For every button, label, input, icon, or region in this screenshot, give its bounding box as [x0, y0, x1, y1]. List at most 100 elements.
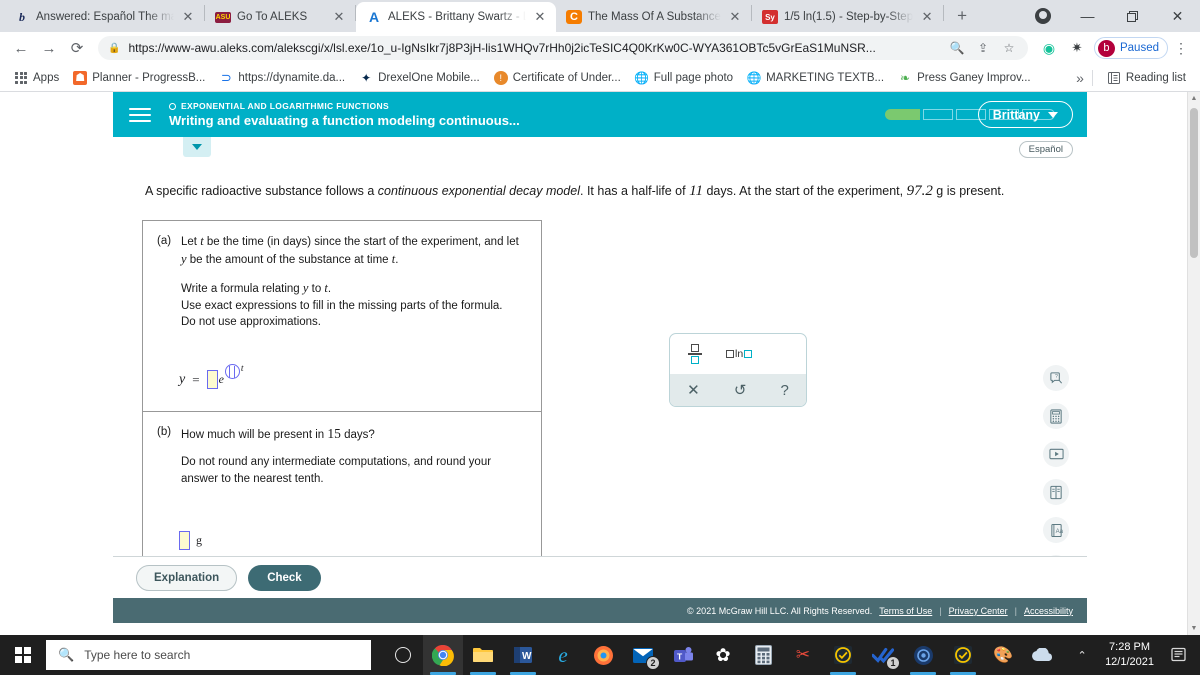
fraction-icon[interactable]	[688, 343, 702, 365]
text-size-icon[interactable]: Aa	[1043, 517, 1069, 543]
taskbar-calculator-icon[interactable]	[743, 635, 783, 675]
press-ganey-icon: ❧	[900, 70, 911, 85]
accessibility-link[interactable]: Accessibility	[1024, 606, 1073, 616]
show-hidden-icons-chevron[interactable]: ⌃	[1069, 635, 1095, 675]
taskbar-chrome-icon[interactable]	[423, 635, 463, 675]
page-viewport: EXPONENTIAL AND LOGARITHMIC FUNCTIONS Wr…	[0, 92, 1200, 635]
part-a-body: Let t be the time (in days) since the st…	[181, 233, 527, 330]
chegg-c-icon: C	[566, 10, 582, 24]
user-name-label: Brittany	[992, 107, 1040, 122]
espanol-toggle-button[interactable]: Español	[1018, 141, 1073, 158]
text: be the amount of the substance at time	[186, 254, 392, 266]
reload-icon[interactable]: ⟳	[64, 35, 90, 61]
bookmark-press-ganey[interactable]: ❧ Press Ganey Improv...	[892, 68, 1037, 88]
part-a-formula-answer[interactable]: y = e t	[179, 364, 527, 390]
profile-badge-icon[interactable]	[1020, 0, 1065, 32]
bookmark-drexelone[interactable]: ✦ DrexelOne Mobile...	[353, 68, 486, 88]
ln-icon[interactable]: ln	[726, 348, 753, 360]
taskbar-cortana-icon[interactable]	[383, 635, 423, 675]
taskbar-paint-icon[interactable]: 🎨	[983, 635, 1023, 675]
scroll-up-arrow-icon[interactable]: ▲	[1188, 92, 1200, 105]
privacy-center-link[interactable]: Privacy Center	[949, 606, 1008, 616]
browser-tab-3-active[interactable]: A ALEKS - Brittany Swartz - L ✕	[356, 2, 556, 32]
scrollbar-thumb[interactable]	[1190, 108, 1198, 258]
maximize-button[interactable]	[1110, 0, 1155, 32]
clear-button[interactable]: ✕	[687, 381, 700, 399]
user-menu-button[interactable]: Brittany	[977, 101, 1073, 128]
taskbar-firefox-icon[interactable]	[583, 635, 623, 675]
taskbar-word-icon[interactable]: W	[503, 635, 543, 675]
bookmarks-overflow-button[interactable]: »	[1076, 70, 1084, 86]
close-icon[interactable]: ✕	[331, 9, 347, 25]
taskbar-snipping-tool-icon[interactable]: ✂	[783, 635, 823, 675]
taskbar-onedrive-cloud-icon[interactable]	[1023, 635, 1063, 675]
bookmark-planner[interactable]: ☗ Planner - ProgressB...	[67, 68, 211, 88]
windows-start-icon[interactable]	[0, 635, 46, 675]
back-icon[interactable]: ←	[8, 35, 34, 61]
taskbar-search-input[interactable]: 🔍 Type here to search	[46, 640, 371, 670]
search-zoom-icon[interactable]: 🔍	[948, 39, 966, 57]
taskbar-mail-icon[interactable]: 2	[623, 635, 663, 675]
exponent-input-box[interactable]	[224, 364, 240, 380]
part-b-line-3: answer to the nearest tenth.	[181, 472, 324, 485]
taskbar-tasks-check-icon-2[interactable]	[943, 635, 983, 675]
browser-tab-1[interactable]: b Answered: Español The ma ✕	[4, 2, 204, 32]
page-scrollbar[interactable]: ▲ ▼	[1187, 92, 1200, 635]
close-icon[interactable]: ✕	[532, 9, 548, 25]
star-icon[interactable]: ☆	[1000, 39, 1018, 57]
reading-list-button[interactable]: Reading list	[1101, 68, 1192, 88]
puzzle-extensions-icon[interactable]: ✷	[1064, 35, 1090, 61]
new-tab-button[interactable]: +	[948, 2, 976, 30]
minimize-button[interactable]: —	[1065, 0, 1110, 32]
content-area: Español A specific radioactive substance…	[113, 137, 1087, 624]
bookmark-apps[interactable]: Apps	[8, 68, 65, 88]
calculator-icon[interactable]	[1043, 403, 1069, 429]
explanation-button[interactable]: Explanation	[136, 564, 238, 591]
text: be the time (in days) since the start of…	[203, 236, 519, 249]
hamburger-menu-icon[interactable]	[127, 104, 153, 126]
taskbar-zoom-meeting-icon[interactable]	[903, 635, 943, 675]
browser-tab-4[interactable]: C The Mass Of A Substance ✕	[556, 2, 751, 32]
coefficient-input-box[interactable]	[206, 370, 218, 390]
close-icon[interactable]: ✕	[919, 9, 935, 25]
topic-category-label: EXPONENTIAL AND LOGARITHMIC FUNCTIONS	[181, 101, 389, 111]
video-player-icon[interactable]	[1043, 441, 1069, 467]
taskbar-clock[interactable]: 7:28 PM 12/1/2021	[1095, 640, 1164, 670]
taskbar-settings-gear-icon[interactable]: ✿	[703, 635, 743, 675]
scroll-down-arrow-icon[interactable]: ▼	[1188, 622, 1200, 635]
taskbar-file-explorer-icon[interactable]	[463, 635, 503, 675]
close-window-button[interactable]: ✕	[1155, 0, 1200, 32]
bookmark-full-page-photo[interactable]: 🌐 Full page photo	[629, 68, 739, 88]
grammarly-extension-icon[interactable]: ◉	[1036, 35, 1062, 61]
reading-list-label: Reading list	[1125, 71, 1186, 84]
taskbar-edge-icon[interactable]: e	[543, 635, 583, 675]
terms-of-use-link[interactable]: Terms of Use	[879, 606, 932, 616]
collapse-header-button[interactable]	[183, 137, 211, 157]
close-icon[interactable]: ✕	[180, 9, 196, 25]
explain-help-icon[interactable]: ?	[1043, 365, 1069, 391]
bookmark-marketing-textbook[interactable]: 🌐 MARKETING TEXTB...	[741, 68, 890, 88]
amount-input-box[interactable]	[179, 531, 190, 551]
bookmark-label: Full page photo	[653, 71, 734, 84]
taskbar-teams-icon[interactable]: T	[663, 635, 703, 675]
undo-icon[interactable]: ↺	[734, 381, 747, 399]
reference-book-icon[interactable]	[1043, 479, 1069, 505]
browser-tab-2[interactable]: ASU Go To ALEKS ✕	[205, 2, 355, 32]
taskbar-todo-checkmark-icon[interactable]: 1	[863, 635, 903, 675]
part-b-answer[interactable]: g	[179, 531, 527, 551]
forward-icon[interactable]: →	[36, 35, 62, 61]
action-center-icon[interactable]	[1164, 635, 1194, 675]
close-icon[interactable]: ✕	[727, 9, 743, 25]
kebab-menu-icon[interactable]: ⋮	[1170, 40, 1192, 57]
keypad-help-button[interactable]: ?	[781, 382, 789, 399]
taskbar-tasks-check-icon[interactable]	[823, 635, 863, 675]
globe-icon: 🌐	[634, 70, 650, 85]
check-button[interactable]: Check	[248, 564, 321, 591]
bookmark-certificate[interactable]: ! Certificate of Under...	[488, 68, 627, 88]
browser-tab-5[interactable]: Sy 1/5 ln(1.5) - Step-by-Step ✕	[752, 2, 943, 32]
profile-paused-button[interactable]: b Paused	[1093, 37, 1168, 59]
address-bar[interactable]: 🔒 https://www-awu.aleks.com/alekscgi/x/l…	[98, 36, 1028, 60]
bookmark-dynamite[interactable]: ⊃ https://dynamite.da...	[213, 68, 351, 88]
share-icon[interactable]: ⇪	[974, 39, 992, 57]
address-bar-url: https://www-awu.aleks.com/alekscgi/x/lsl…	[128, 41, 876, 55]
